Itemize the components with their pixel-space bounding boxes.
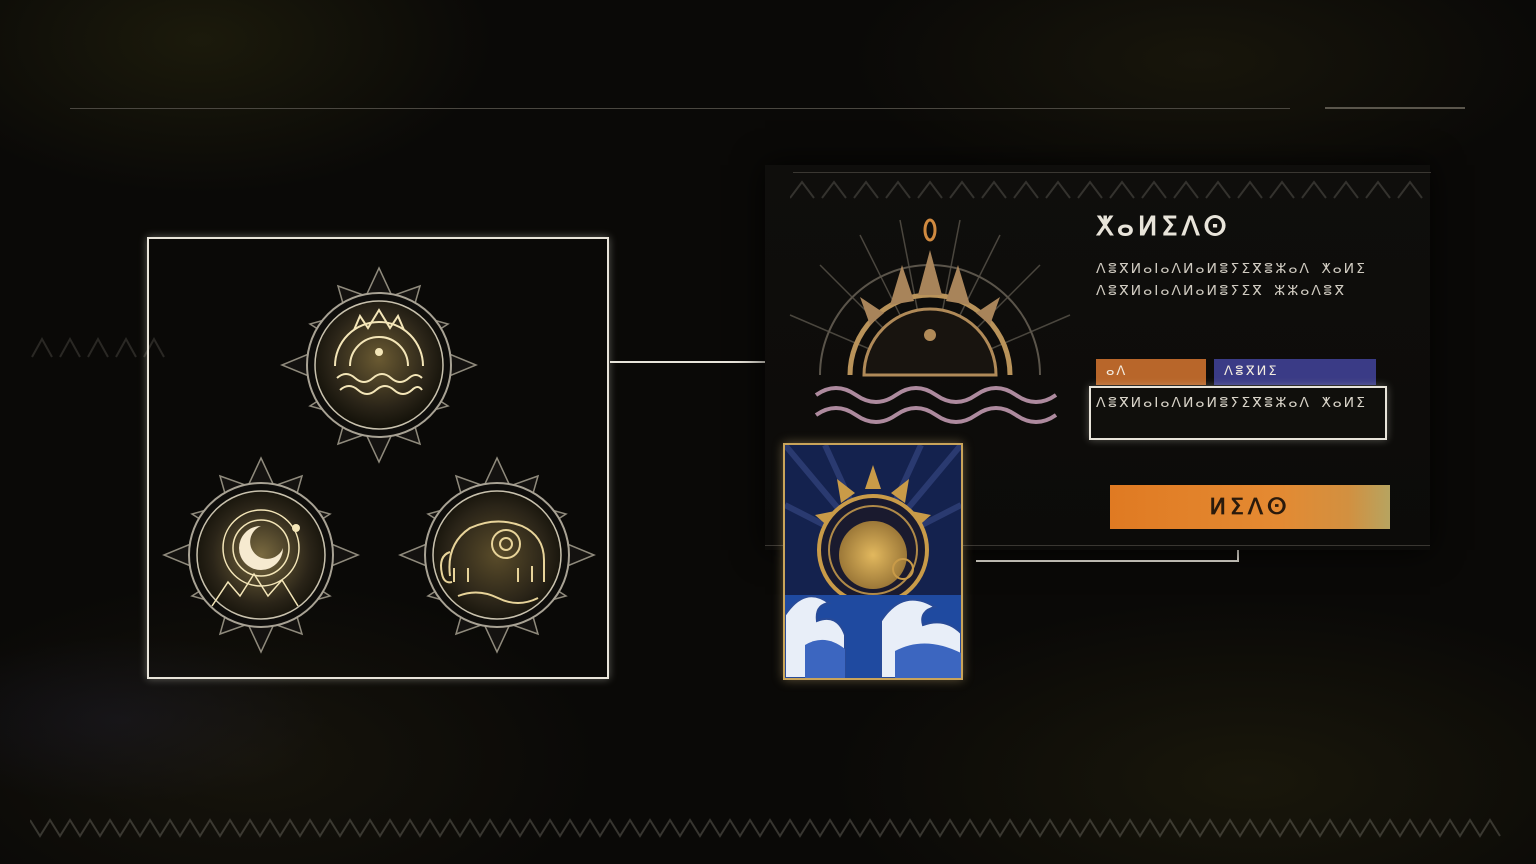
item-title: ⵅⴰⵍⵉⴷⵙ — [1096, 212, 1231, 242]
highlighted-text: ⴷⴻⴳⵍⴰⵏⴰⴷⵍⴰⵍⴻⵢⵉⴳⴻⵣⴰⴷ ⵅⴰⵍⵉ — [1096, 395, 1367, 411]
connector-text-to-card — [976, 560, 1239, 562]
item-tag-category: ⴰⴷ — [1096, 359, 1206, 385]
connector-frame-to-panel — [610, 361, 782, 363]
panel-top-divider — [793, 172, 1431, 173]
large-sun-emblem-icon — [780, 205, 1100, 465]
crescent-moon-emblem-icon[interactable] — [162, 456, 360, 654]
top-divider — [70, 108, 1290, 109]
elephant-emblem-icon[interactable] — [398, 456, 596, 654]
item-description: ⴷⴻⴳⵍⴰⵏⴰⴷⵍⴰⵍⴻⵢⵉⴳⴻⵣⴰⴷ ⵅⴰⵍⵉ ⴷⴻⴳⵍⴰⵏⴰⴷⵍⴰⵍⴻⵢⵉⴳ… — [1096, 261, 1367, 299]
sun-over-waves-emblem-icon[interactable] — [280, 266, 478, 464]
top-divider-accent — [1325, 107, 1465, 109]
sun-and-waves-card[interactable] — [783, 443, 963, 680]
equip-button[interactable]: ⵍⵉⴷⵙ — [1110, 485, 1390, 529]
item-tag-rarity: ⴷⴻⴳⵍⵉ — [1214, 359, 1376, 385]
panel-triangle-band — [790, 178, 1430, 200]
triangle-band-bottom — [30, 818, 1510, 840]
